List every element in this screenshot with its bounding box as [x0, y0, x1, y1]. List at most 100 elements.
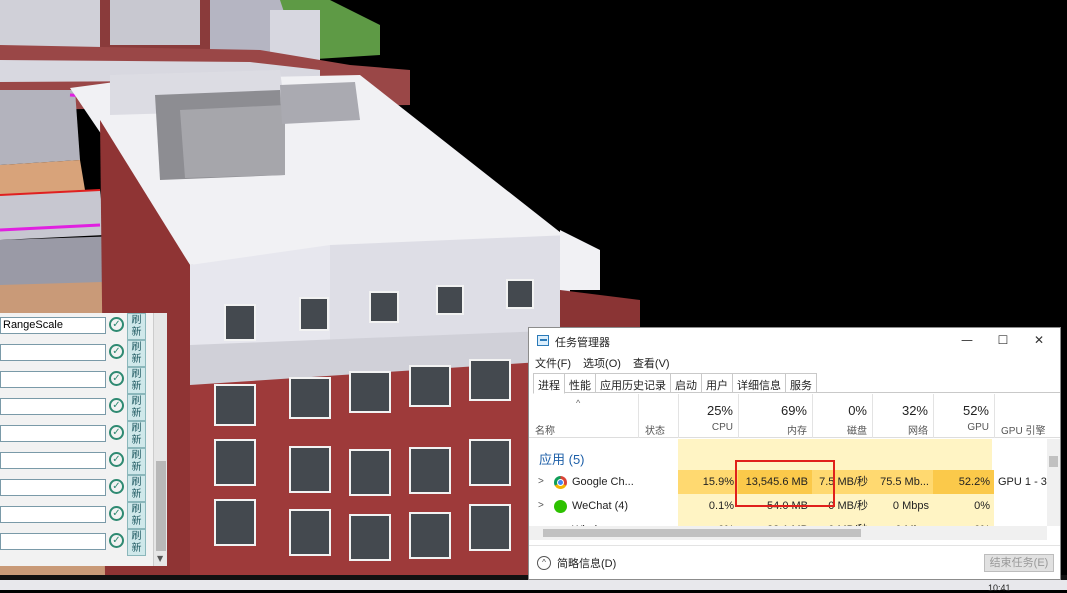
cpu-cell: 0% [678, 518, 738, 526]
confirm-check-icon[interactable]: ✓ [109, 317, 124, 332]
gpu-cell: 0% [933, 518, 994, 526]
cpu-cell: 0.1% [678, 494, 738, 518]
window-title: 任务管理器 [555, 337, 610, 349]
network-cell: 0 Mb... [872, 518, 933, 526]
tab-bar: 进程 性能 应用历史记录 启动 用户 详细信息 服务 [533, 373, 1060, 394]
property-row: ✓ 刷新 [0, 502, 167, 529]
process-row[interactable]: > Wind... 0% 23.1 MB 0 MB/秒 0 Mb... 0% [529, 518, 1047, 526]
tab-processes[interactable]: 进程 [533, 373, 565, 394]
confirm-check-icon[interactable]: ✓ [109, 398, 124, 413]
property-row: ✓ 刷新 [0, 394, 167, 421]
menu-file[interactable]: 文件(F) [535, 355, 571, 371]
confirm-check-icon[interactable]: ✓ [109, 506, 124, 521]
property-row: RangeScale ✓ 刷新 [0, 313, 167, 340]
refresh-button[interactable]: 刷新 [127, 448, 146, 475]
chrome-icon [554, 476, 567, 489]
column-cpu[interactable]: 25% CPU [678, 394, 738, 438]
tab-users[interactable]: 用户 [701, 373, 733, 392]
property-value-input[interactable] [0, 533, 106, 550]
confirm-check-icon[interactable]: ✓ [109, 479, 124, 494]
vertical-scrollbar[interactable] [1047, 439, 1060, 526]
menu-bar: 文件(F) 选项(O) 查看(V) [535, 355, 670, 371]
column-name[interactable]: 名称 [529, 394, 638, 438]
horizontal-scrollbar[interactable] [529, 526, 1047, 540]
refresh-button[interactable]: 刷新 [127, 394, 146, 421]
property-row: ✓ 刷新 [0, 340, 167, 367]
refresh-button[interactable]: 刷新 [127, 421, 146, 448]
menu-view[interactable]: 查看(V) [633, 355, 670, 371]
column-gpu[interactable]: 52% GPU [933, 394, 994, 438]
property-panel-scrollbar[interactable]: ▼ [153, 313, 167, 566]
gpu-engine-cell [994, 494, 1047, 518]
property-value-input[interactable] [0, 479, 106, 496]
property-row: ✓ 刷新 [0, 421, 167, 448]
refresh-button[interactable]: 刷新 [127, 367, 146, 394]
confirm-check-icon[interactable]: ✓ [109, 425, 124, 440]
network-cell: 75.5 Mb... [872, 470, 933, 494]
task-manager-app-icon [537, 335, 549, 346]
wechat-icon [554, 500, 567, 513]
expand-chevron-icon[interactable]: > [538, 518, 544, 526]
column-status[interactable]: 状态 [638, 394, 678, 438]
tab-app-history[interactable]: 应用历史记录 [595, 373, 671, 392]
property-value-input[interactable] [0, 506, 106, 523]
minimize-icon[interactable]: — [957, 332, 977, 349]
property-value-input[interactable]: RangeScale [0, 317, 106, 334]
property-value-input[interactable] [0, 344, 106, 361]
expand-chevron-icon[interactable]: > [538, 494, 544, 518]
tab-services[interactable]: 服务 [785, 373, 817, 392]
refresh-button[interactable]: 刷新 [127, 475, 146, 502]
property-value-input[interactable] [0, 371, 106, 388]
column-network[interactable]: 32% 网络 [872, 394, 933, 438]
property-value-input[interactable] [0, 452, 106, 469]
confirm-check-icon[interactable]: ✓ [109, 452, 124, 467]
memory-cell: 23.1 MB [738, 518, 812, 526]
property-row: ✓ 刷新 [0, 367, 167, 394]
refresh-button[interactable]: 刷新 [127, 313, 146, 340]
confirm-check-icon[interactable]: ✓ [109, 344, 124, 359]
task-manager-window: 任务管理器 — ☐ ✕ 文件(F) 选项(O) 查看(V) 进程 性能 应用历史… [528, 327, 1061, 580]
confirm-check-icon[interactable]: ✓ [109, 371, 124, 386]
footer-bar: ^ 简略信息(D) 结束任务(E) [529, 545, 1060, 581]
title-bar[interactable]: 任务管理器 — ☐ ✕ [529, 328, 1060, 353]
heat-column-background [678, 439, 992, 470]
property-value-input[interactable] [0, 425, 106, 442]
property-value-input[interactable] [0, 398, 106, 415]
scroll-down-arrow-icon[interactable]: ▼ [157, 554, 163, 563]
column-gpu-engine[interactable]: GPU 引擎 [994, 394, 1060, 438]
scrollbar-thumb[interactable] [156, 461, 166, 551]
refresh-button[interactable]: 刷新 [127, 529, 146, 556]
confirm-check-icon[interactable]: ✓ [109, 533, 124, 548]
property-row: ✓ 刷新 [0, 475, 167, 502]
tab-performance[interactable]: 性能 [564, 373, 596, 392]
close-icon[interactable]: ✕ [1029, 332, 1049, 349]
property-panel: RangeScale ✓ 刷新 ✓ 刷新 ✓ 刷新 ✓ 刷新 ✓ 刷新 ✓ 刷新… [0, 313, 167, 566]
column-disk[interactable]: 0% 磁盘 [812, 394, 872, 438]
disk-cell: 0 MB/秒 [812, 518, 872, 526]
column-memory[interactable]: 69% 内存 [738, 394, 812, 438]
scrollbar-thumb[interactable] [1049, 456, 1058, 467]
scrollbar-thumb[interactable] [543, 529, 861, 537]
column-header: 名称 状态 25% CPU 69% 内存 0% 磁盘 32% 网络 52% GP… [529, 394, 1060, 438]
property-row: ✓ 刷新 [0, 529, 167, 556]
gpu-engine-cell [994, 518, 1047, 526]
tab-startup[interactable]: 启动 [670, 373, 702, 392]
expand-chevron-icon[interactable]: > [538, 470, 544, 494]
property-row: ✓ 刷新 [0, 448, 167, 475]
end-task-button[interactable]: 结束任务(E) [984, 554, 1054, 572]
sort-indicator-icon: ^ [576, 398, 581, 408]
menu-options[interactable]: 选项(O) [583, 355, 621, 371]
fewer-details-button[interactable]: ^ 简略信息(D) [537, 555, 616, 571]
refresh-button[interactable]: 刷新 [127, 340, 146, 367]
cpu-cell: 15.9% [678, 470, 738, 494]
refresh-button[interactable]: 刷新 [127, 502, 146, 529]
network-cell: 0 Mbps [872, 494, 933, 518]
tab-details[interactable]: 详细信息 [732, 373, 786, 392]
taskbar [0, 580, 1067, 590]
gpu-engine-cell: GPU 1 - 3D [998, 476, 1047, 488]
memory-highlight-box [735, 460, 835, 507]
gpu-cell: 52.2% [933, 470, 994, 494]
chevron-up-icon: ^ [537, 556, 551, 570]
maximize-icon[interactable]: ☐ [993, 332, 1013, 349]
taskbar-clock[interactable]: 10:41 [988, 583, 1011, 593]
